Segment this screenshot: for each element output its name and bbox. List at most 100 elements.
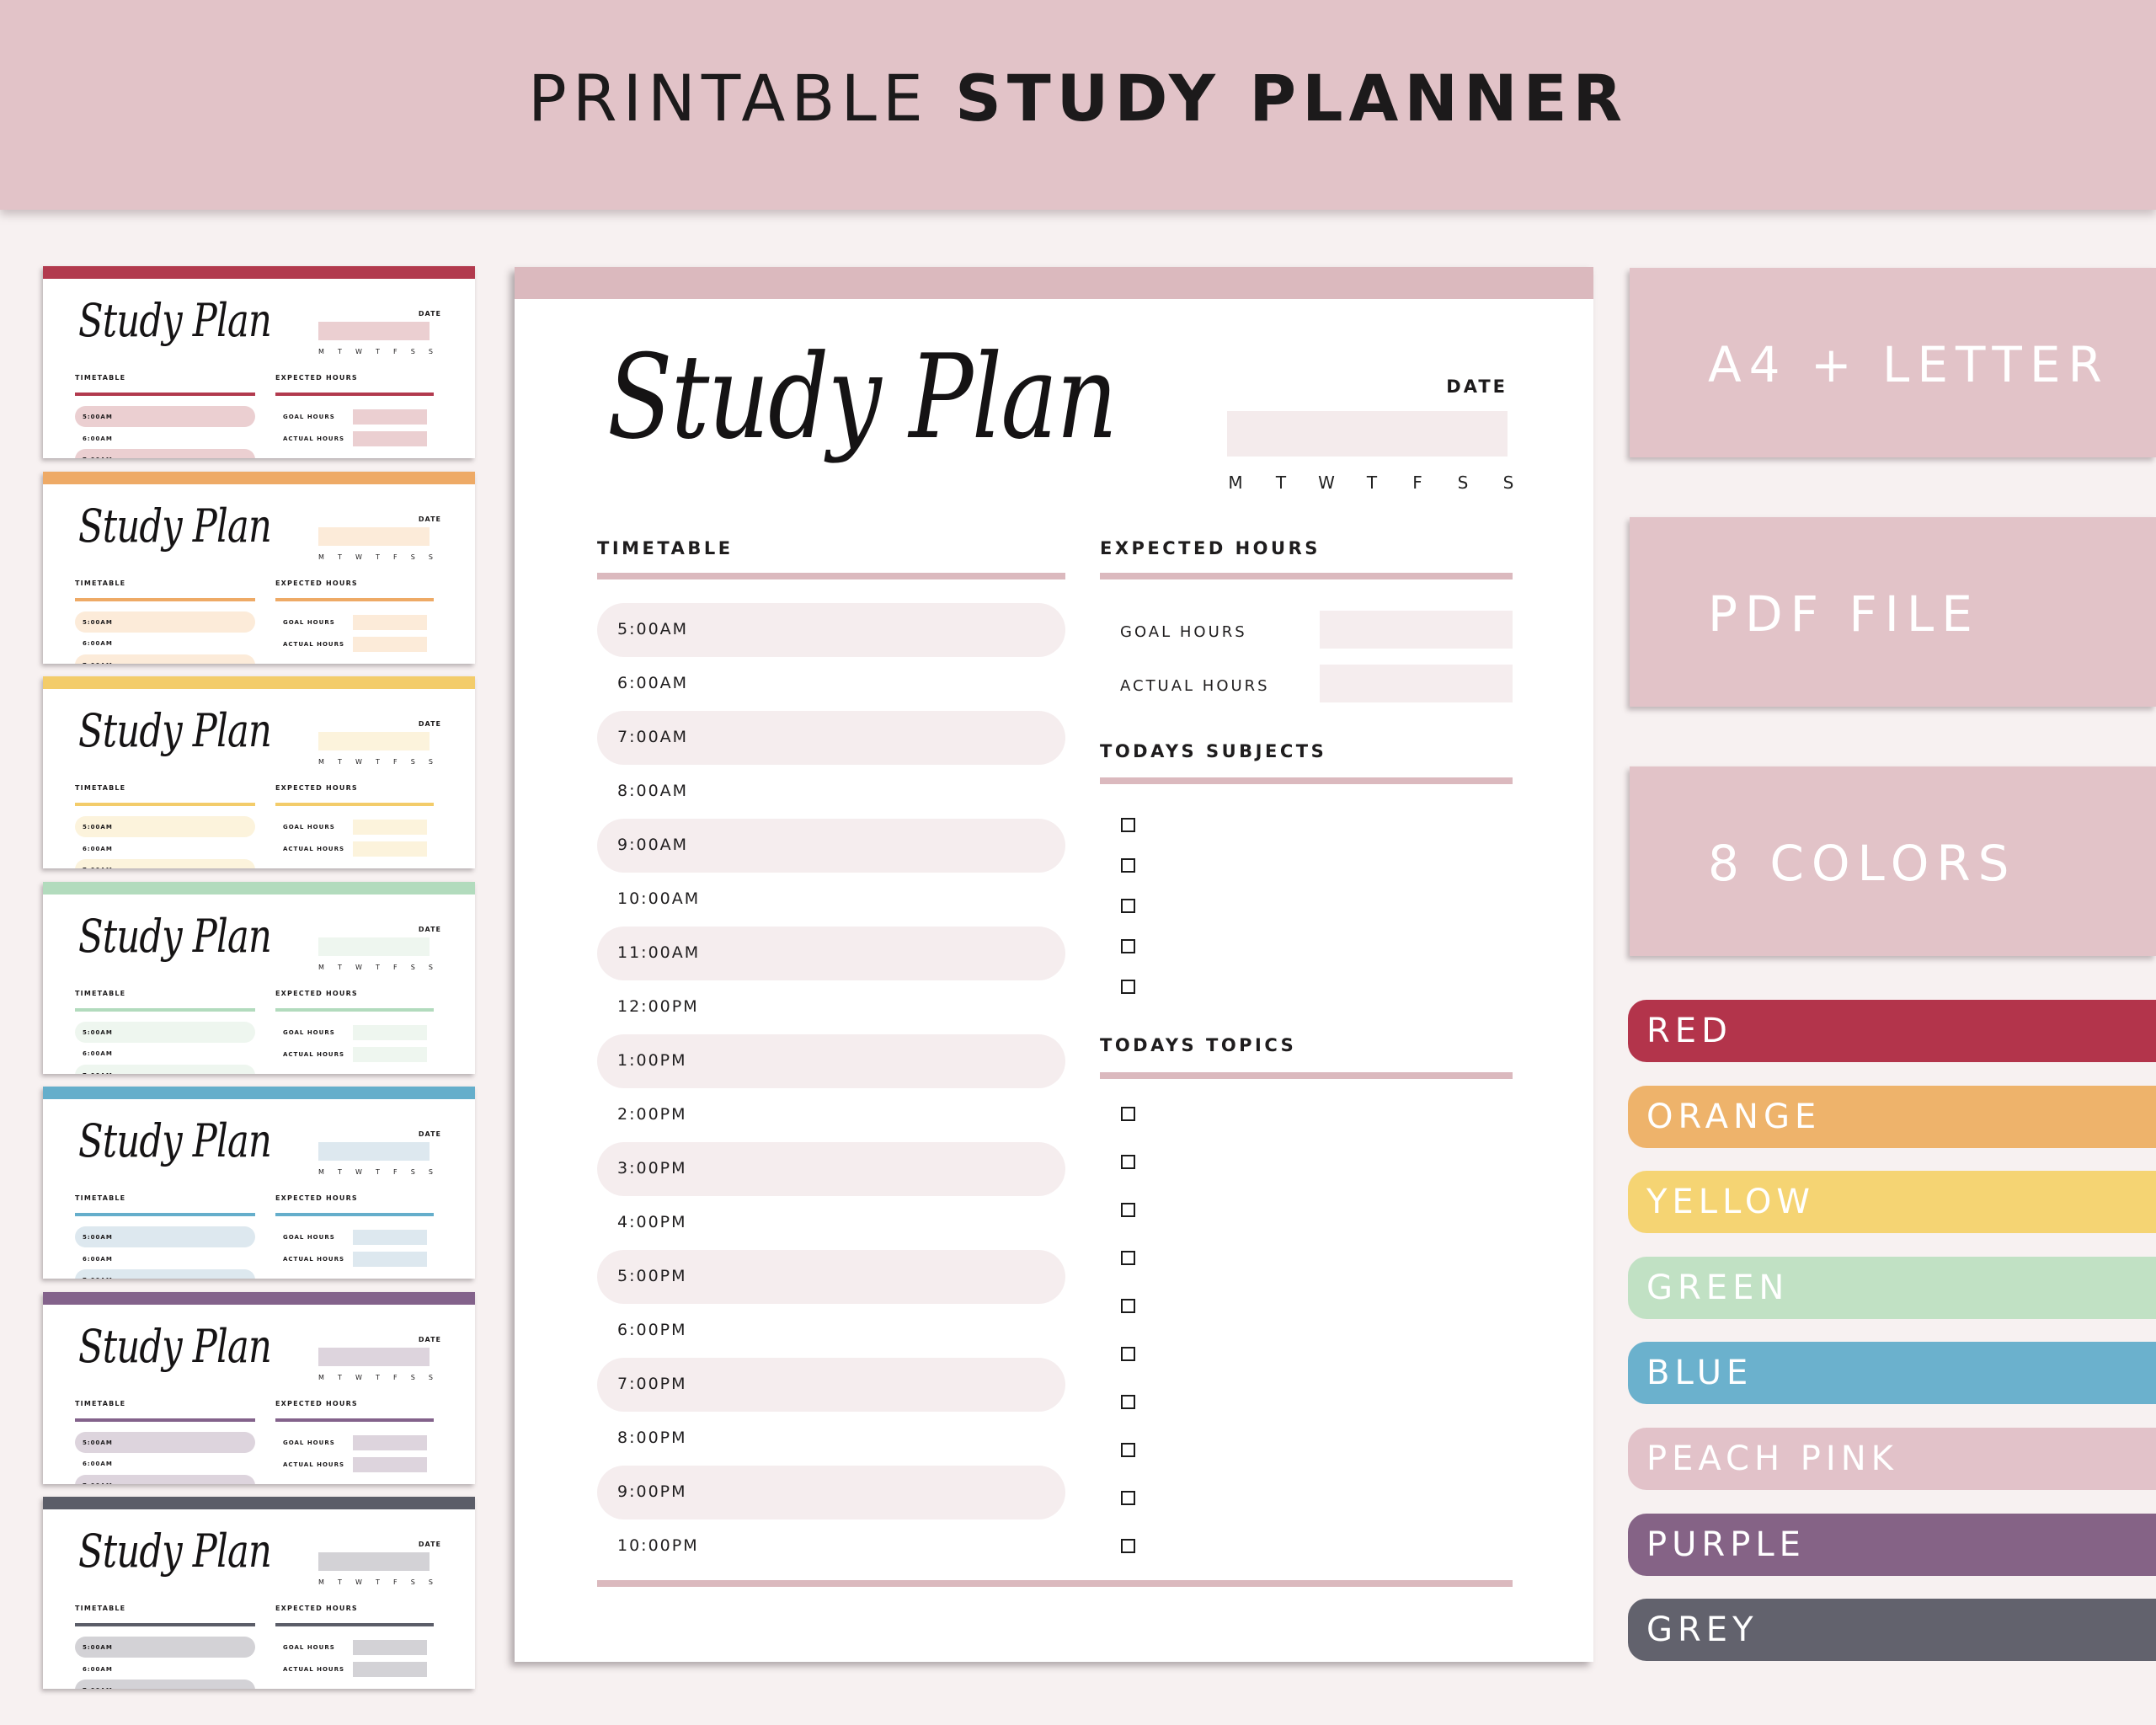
thumbnail-actual-hours: ACTUAL HOURS bbox=[283, 846, 345, 852]
timetable-row[interactable]: 7:00PM bbox=[597, 1358, 1065, 1412]
timetable-row[interactable]: 2:00PM bbox=[597, 1088, 1065, 1142]
thumbnail-timetable-heading: TIMETABLE bbox=[75, 1605, 126, 1612]
thumbnail-strip bbox=[43, 1291, 475, 1305]
thumbnail-weekday: T bbox=[376, 1373, 380, 1381]
thumbnail-title: Study Plan bbox=[78, 1114, 272, 1167]
topic-checkbox[interactable] bbox=[1121, 1251, 1135, 1265]
timetable-row[interactable]: 9:00AM bbox=[597, 819, 1065, 873]
thumbnail-green[interactable]: Study Plan DATE M T W T F S S TIMETABLE EXPECTED H… bbox=[43, 881, 475, 1074]
timetable-row[interactable]: 8:00AM bbox=[597, 765, 1065, 819]
thumbnail-blue[interactable]: Study Plan DATE M T W T F S S TIMETABLE EXPECTED H… bbox=[43, 1087, 475, 1279]
thumbnail-date-label: DATE bbox=[418, 720, 441, 728]
actual-hours-field[interactable] bbox=[1320, 665, 1513, 702]
color-option-purple[interactable]: PURPLE bbox=[1628, 1513, 2156, 1576]
thumbnail-weekday: W bbox=[355, 758, 362, 766]
topic-checkbox[interactable] bbox=[1121, 1443, 1135, 1457]
color-option-blue[interactable]: BLUE bbox=[1628, 1342, 2156, 1405]
thumbnail-time: 5:00AM bbox=[83, 618, 113, 626]
thumbnail-timetable-heading: TIMETABLE bbox=[75, 1194, 126, 1202]
color-option-orange[interactable]: ORANGE bbox=[1628, 1085, 2156, 1148]
timetable-row[interactable]: 6:00AM bbox=[597, 657, 1065, 711]
timetable-row[interactable]: 7:00AM bbox=[597, 711, 1065, 765]
timetable-row[interactable]: 10:00AM bbox=[597, 873, 1065, 927]
weekday-1[interactable]: T bbox=[1273, 473, 1289, 493]
timetable-row[interactable]: 3:00PM bbox=[597, 1142, 1065, 1196]
thumbnail-rule bbox=[75, 1213, 255, 1216]
timetable-row[interactable]: 8:00PM bbox=[597, 1412, 1065, 1466]
topic-checkbox[interactable] bbox=[1121, 1203, 1135, 1217]
thumbnail-rule bbox=[275, 803, 434, 806]
subject-checkbox[interactable] bbox=[1121, 818, 1135, 832]
weekday-4[interactable]: F bbox=[1409, 473, 1426, 493]
thumbnail-weekday: F bbox=[392, 1373, 398, 1381]
todays-topics-rule bbox=[1100, 1072, 1513, 1079]
thumbnail-purple[interactable]: Study Plan DATE M T W T F S S TIMETABLE EXPECTED H… bbox=[43, 1291, 475, 1484]
thumbnail-orange[interactable]: Study Plan DATE M T W T F S S TIMETABLE EXPECTED H… bbox=[43, 471, 475, 664]
thumbnail-actual-hours: ACTUAL HOURS bbox=[283, 1050, 345, 1058]
topic-checkbox[interactable] bbox=[1121, 1107, 1135, 1121]
thumbnail-actual-box bbox=[353, 636, 427, 652]
timetable-row[interactable]: 4:00PM bbox=[597, 1196, 1065, 1250]
weekday-0[interactable]: M bbox=[1227, 473, 1244, 493]
weekday-row: MTWTFSS bbox=[1227, 473, 1517, 493]
timetable-row[interactable]: 9:00PM bbox=[597, 1466, 1065, 1519]
subject-checkbox[interactable] bbox=[1121, 980, 1135, 994]
subject-checkbox[interactable] bbox=[1121, 858, 1135, 873]
thumbnail-weekdays: MTWTFSS bbox=[318, 964, 433, 971]
thumbnail-time: 5:00AM bbox=[83, 1439, 113, 1446]
timetable-row[interactable]: 1:00PM bbox=[597, 1034, 1065, 1088]
thumbnail-rule bbox=[75, 1007, 255, 1012]
color-option-red[interactable]: RED bbox=[1628, 1000, 2156, 1062]
time-label: 9:00PM bbox=[617, 1482, 687, 1501]
thumbnail-grey[interactable]: Study Plan DATE M T W T F S S TIMETABLE EXPECTED H… bbox=[43, 1497, 475, 1689]
thumbnail-yellow[interactable]: Study Plan DATE M T W T F S S TIMETABLE EXPECTED H… bbox=[43, 676, 475, 868]
thumbnail-weekdays: MTWTFSS bbox=[318, 1168, 433, 1176]
goal-hours-field[interactable] bbox=[1320, 611, 1513, 649]
topic-checkbox[interactable] bbox=[1121, 1299, 1135, 1313]
date-field[interactable] bbox=[1227, 411, 1508, 457]
thumbnail-date-label: DATE bbox=[418, 925, 441, 933]
thumbnail-weekday: T bbox=[338, 963, 342, 971]
weekday-3[interactable]: T bbox=[1364, 473, 1380, 493]
color-option-label: YELLOW bbox=[1646, 1183, 1815, 1222]
weekday-6[interactable]: S bbox=[1500, 473, 1517, 493]
timetable-row[interactable]: 6:00PM bbox=[597, 1304, 1065, 1358]
thumbnail-weekday: F bbox=[392, 1168, 398, 1176]
topic-checkbox[interactable] bbox=[1121, 1155, 1135, 1169]
subject-checkbox[interactable] bbox=[1121, 939, 1135, 953]
topic-checkbox[interactable] bbox=[1121, 1491, 1135, 1505]
thumbnail-weekday: W bbox=[355, 348, 362, 355]
thumbnail-actual-hours: ACTUAL HOURS bbox=[283, 640, 345, 648]
thumbnail-goal-hours: GOAL HOURS bbox=[283, 1234, 335, 1241]
thumbnail-title: Study Plan bbox=[78, 1319, 272, 1373]
topic-checkbox[interactable] bbox=[1121, 1395, 1135, 1409]
todays-topics-heading: TODAYS TOPICS bbox=[1100, 1035, 1297, 1055]
color-option-peach-pink[interactable]: PEACH PINK bbox=[1628, 1428, 2156, 1490]
bottom-rule bbox=[597, 1580, 1513, 1587]
thumbnail-date-label: DATE bbox=[418, 515, 441, 523]
weekday-2[interactable]: W bbox=[1318, 473, 1335, 493]
thumbnail-weekday: M bbox=[318, 758, 324, 766]
thumbnail-date-box bbox=[318, 322, 430, 340]
todays-subjects-rule bbox=[1100, 777, 1513, 784]
weekday-5[interactable]: S bbox=[1454, 473, 1471, 493]
timetable-row[interactable]: 5:00PM bbox=[597, 1250, 1065, 1304]
thumbnail-rule bbox=[275, 1623, 434, 1626]
thumbnail-weekdays: MTWTFSS bbox=[318, 553, 433, 561]
time-label: 7:00AM bbox=[617, 728, 689, 746]
subject-checkbox[interactable] bbox=[1121, 899, 1135, 913]
timetable-row[interactable]: 10:00PM bbox=[597, 1519, 1065, 1573]
thumbnail-strip bbox=[43, 266, 475, 279]
topic-checkbox[interactable] bbox=[1121, 1347, 1135, 1361]
color-option-grey[interactable]: GREY bbox=[1628, 1599, 2156, 1662]
timetable-row[interactable]: 12:00PM bbox=[597, 980, 1065, 1034]
thumbnail-weekday: S bbox=[410, 758, 415, 766]
color-option-yellow[interactable]: YELLOW bbox=[1628, 1171, 2156, 1234]
color-option-label: PURPLE bbox=[1646, 1525, 1806, 1564]
thumbnail-red[interactable]: Study Plan DATE M T W T F S S TIMETABLE EXPECTED H… bbox=[43, 266, 475, 458]
topic-checkbox[interactable] bbox=[1121, 1539, 1135, 1553]
color-option-green[interactable]: GREEN bbox=[1628, 1256, 2156, 1319]
timetable-row[interactable]: 11:00AM bbox=[597, 927, 1065, 980]
timetable-row[interactable]: 5:00AM bbox=[597, 603, 1065, 657]
thumbnail-weekday: S bbox=[410, 553, 415, 561]
